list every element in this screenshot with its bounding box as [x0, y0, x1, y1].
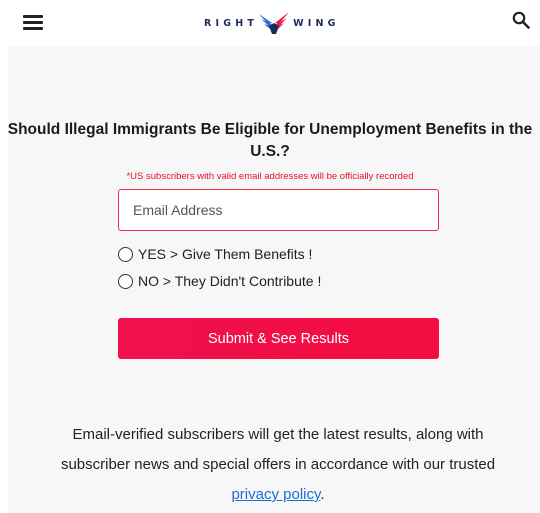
site-header: RIGHT WING [0, 0, 540, 46]
radio-yes-icon[interactable] [118, 246, 133, 262]
poll-option-no-label: NO > They Didn't Contribute ! [138, 273, 322, 289]
submit-button[interactable]: Submit & See Results [118, 318, 439, 359]
poll-option-no[interactable]: NO > They Didn't Contribute ! [118, 272, 321, 290]
footer-disclaimer: Email-verified subscribers will get the … [40, 420, 516, 510]
logo-text-right: WING [293, 17, 340, 29]
email-input[interactable] [118, 189, 439, 231]
poll-option-yes-label: YES > Give Them Benefits ! [138, 246, 313, 262]
hamburger-menu-icon[interactable] [23, 14, 43, 30]
site-logo[interactable]: RIGHT WING [204, 10, 340, 36]
search-icon[interactable] [512, 11, 530, 29]
radio-no-icon[interactable] [118, 273, 133, 289]
footer-text: Email-verified subscribers will get the … [60, 426, 496, 473]
logo-text-left: RIGHT [204, 17, 259, 29]
poll-notice: *US subscribers with valid email address… [126, 171, 414, 182]
privacy-policy-link[interactable]: privacy policy [231, 486, 320, 503]
poll-question: Should Illegal Immigrants Be Eligible fo… [7, 121, 533, 160]
eagle-logo-icon [259, 12, 290, 34]
poll-option-yes[interactable]: YES > Give Them Benefits ! [118, 245, 312, 263]
footer-period: . [320, 486, 325, 503]
